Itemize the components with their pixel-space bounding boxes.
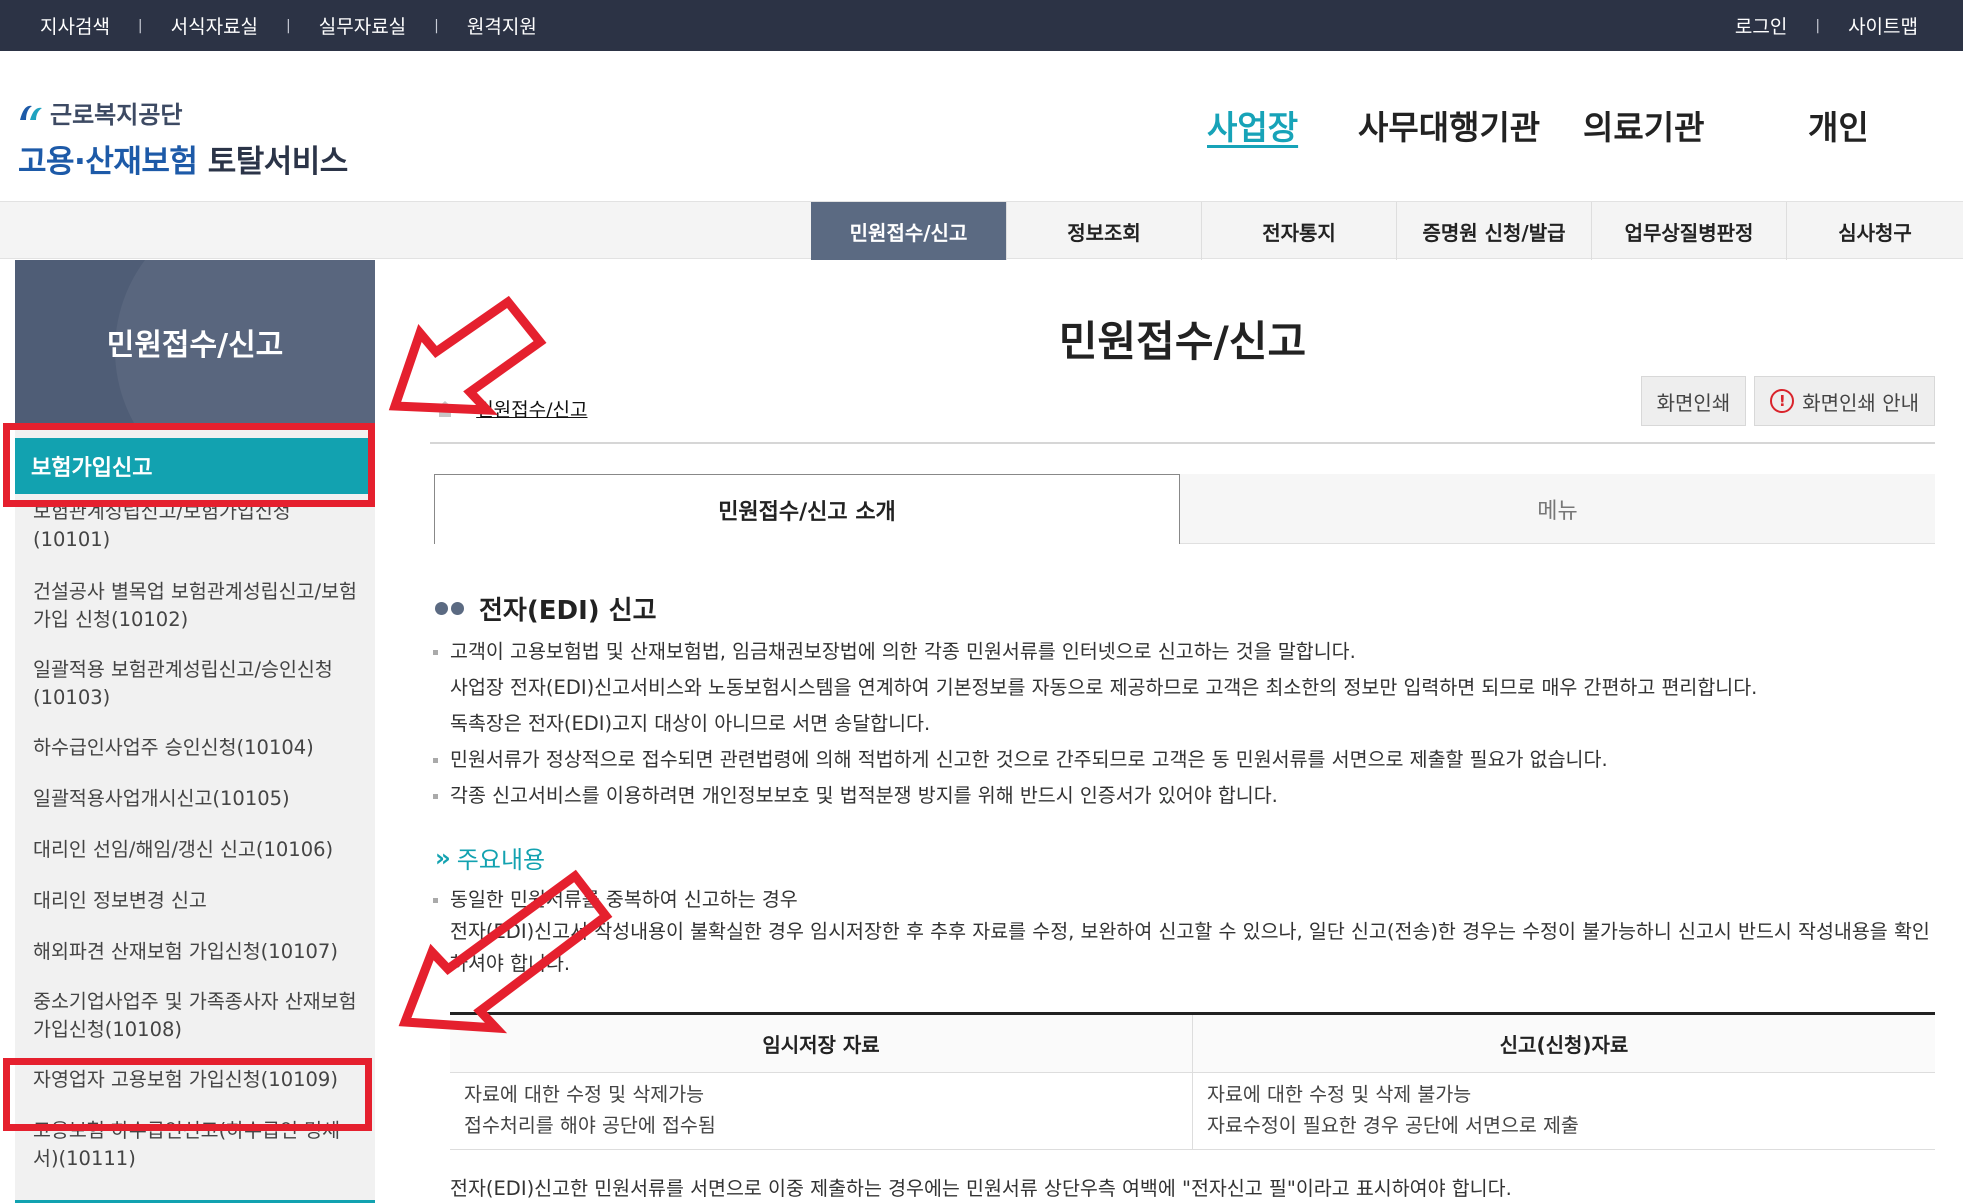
- paragraph: 민원서류가 정상적으로 접수되면 관련법령에 의해 적법하게 신고한 것으로 간…: [430, 742, 1935, 778]
- subnav-tab-e-notice[interactable]: 전자통지: [1201, 202, 1396, 260]
- breadcrumb: › 민원접수/신고: [435, 395, 588, 422]
- site-logo[interactable]: 근로복지공단 고용·산재보험 토탈서비스: [18, 95, 348, 181]
- paragraph: 전자(EDI)신고서 작성내용이 불확실한 경우 임시저장한 후 추후 자료를 …: [450, 920, 1930, 975]
- logo-mark-icon: [20, 105, 42, 120]
- main-nav-individual[interactable]: 개인: [1808, 101, 1869, 149]
- subnav-tab-occupational-disease[interactable]: 업무상질병판정: [1591, 202, 1786, 260]
- logo-service-main: 고용·산재보험: [18, 144, 198, 180]
- link-practice-library[interactable]: 실무자료실: [319, 12, 406, 39]
- link-remote-support[interactable]: 원격지원: [467, 12, 537, 39]
- table-header-report: 신고(신청)자료: [1499, 1033, 1629, 1057]
- print-guide-button[interactable]: ! 화면인쇄 안내: [1754, 376, 1935, 426]
- annotation-box-self-employed: [3, 1058, 372, 1131]
- section-paragraphs: 고객이 고용보험법 및 산재보험법, 임금채권보장법에 의한 각종 민원서류를 …: [430, 634, 1935, 814]
- sidebar-item-10105[interactable]: 일괄적용사업개시신고(10105): [15, 785, 375, 813]
- utility-links-right: 로그인 | 사이트맵: [1735, 0, 1918, 51]
- site-header: 근로복지공단 고용·산재보험 토탈서비스 사업장 사무대행기관 의료기관 개인: [0, 51, 1963, 201]
- logo-service-tail: 토탈서비스: [207, 144, 349, 180]
- table-cell-line: 자료수정이 필요한 경우 공단에 서면으로 제출: [1207, 1114, 1579, 1137]
- separator: |: [286, 17, 291, 34]
- print-button-label: 화면인쇄: [1656, 390, 1731, 415]
- page-title: 민원접수/신고: [1058, 317, 1307, 366]
- print-button[interactable]: 화면인쇄: [1640, 376, 1747, 426]
- bottom-note: 전자(EDI)신고한 민원서류를 서면으로 이중 제출하는 경우에는 민원서류 …: [450, 1177, 1512, 1200]
- paragraph: 독촉장은 전자(EDI)고지 대상이 아니므로 서면 송달합니다.: [450, 712, 931, 735]
- subnav-tab-review-request[interactable]: 심사청구: [1786, 202, 1963, 260]
- subnav-tab-info-inquiry[interactable]: 정보조회: [1006, 202, 1201, 260]
- paragraph: 각종 신고서비스를 이용하려면 개인정보보호 및 법적분쟁 방지를 위해 반드시…: [430, 778, 1935, 814]
- table-cell-line: 접수처리를 해야 공단에 접수됨: [464, 1114, 716, 1137]
- sidebar-title: 민원접수/신고: [15, 260, 375, 424]
- table-row: 자료에 대한 수정 및 삭제가능 접수처리를 해야 공단에 접수됨 자료에 대한…: [450, 1073, 1935, 1150]
- subsection-title: 주요내용: [456, 846, 546, 874]
- double-chevron-icon: ››: [435, 843, 451, 872]
- paragraph: 동일한 민원서류를 중복하여 신고하는 경우: [430, 884, 1935, 916]
- table-header-row: 임시저장 자료 신고(신청)자료: [450, 1015, 1935, 1073]
- paragraph: 사업장 전자(EDI)신고서비스와 노동보험시스템을 연계하여 기본정보를 자동…: [450, 676, 1758, 699]
- main-nav-workplace[interactable]: 사업장: [1207, 101, 1298, 149]
- sidebar-title-text: 민원접수/신고: [106, 328, 284, 363]
- sidebar-item-10102[interactable]: 건설공사 별목업 보험관계성립신고/보험가입 신청(10102): [15, 578, 375, 634]
- link-sitemap[interactable]: 사이트맵: [1848, 12, 1918, 39]
- sidebar-item-10104[interactable]: 하수급인사업주 승인신청(10104): [15, 734, 375, 762]
- sidebar-item-10103[interactable]: 일괄적용 보험관계성립신고/승인신청(10103): [15, 656, 375, 712]
- sidebar-item-10108[interactable]: 중소기업사업주 및 가족종사자 산재보험가입신청(10108): [15, 988, 375, 1044]
- title-divider: [430, 442, 1935, 444]
- top-utility-bar: 지사검색 | 서식자료실 | 실무자료실 | 원격지원 로그인 | 사이트맵: [0, 0, 1963, 51]
- logo-org: 근로복지공단: [18, 95, 348, 130]
- subnav-tab-certificate[interactable]: 증명원 신청/발급: [1396, 202, 1591, 260]
- section-dots-icon: [435, 602, 467, 615]
- paragraph: 고객이 고용보험법 및 산재보험법, 임금채권보장법에 의한 각종 민원서류를 …: [430, 634, 1935, 670]
- home-icon[interactable]: [435, 400, 455, 418]
- logo-service: 고용·산재보험 토탈서비스: [18, 136, 348, 181]
- table-cell-temp: 자료에 대한 수정 및 삭제가능 접수처리를 해야 공단에 접수됨: [450, 1073, 1193, 1149]
- utility-links-left: 지사검색 | 서식자료실 | 실무자료실 | 원격지원: [40, 0, 537, 51]
- breadcrumb-current[interactable]: 민원접수/신고: [476, 395, 587, 422]
- print-guide-button-label: 화면인쇄 안내: [1802, 390, 1919, 415]
- sidebar-item-10107[interactable]: 해외파견 산재보험 가입신청(10107): [15, 938, 375, 966]
- breadcrumb-chevron-icon: ›: [463, 398, 471, 419]
- separator: |: [1815, 17, 1821, 34]
- sidebar-item-10106[interactable]: 대리인 선임/해임/갱신 신고(10106): [15, 836, 375, 864]
- tab-menu[interactable]: 메뉴: [1180, 474, 1935, 544]
- subnav-tab-civil-complaint[interactable]: 민원접수/신고: [811, 202, 1006, 260]
- logo-org-name: 근로복지공단: [50, 101, 183, 129]
- alert-icon: !: [1770, 389, 1795, 413]
- print-buttons: 화면인쇄 ! 화면인쇄 안내: [1633, 376, 1935, 426]
- table-cell-line: 자료에 대한 수정 및 삭제 불가능: [1207, 1083, 1472, 1106]
- section-heading: 전자(EDI) 신고: [435, 590, 657, 627]
- table-header-temp: 임시저장 자료: [450, 1015, 1193, 1072]
- subsection-heading: ›› 주요내용: [435, 840, 545, 875]
- link-login[interactable]: 로그인: [1735, 12, 1787, 39]
- subsection-paragraphs: 동일한 민원서류를 중복하여 신고하는 경우 전자(EDI)신고서 작성내용이 …: [430, 884, 1935, 980]
- table-cell-report: 자료에 대한 수정 및 삭제 불가능 자료수정이 필요한 경우 공단에 서면으로…: [1193, 1073, 1935, 1149]
- tab-introduction[interactable]: 민원접수/신고 소개: [434, 474, 1180, 544]
- separator: |: [434, 17, 439, 34]
- sub-navigation: 민원접수/신고 정보조회 전자통지 증명원 신청/발급 업무상질병판정 심사청구: [0, 201, 1963, 260]
- link-branch-search[interactable]: 지사검색: [40, 12, 110, 39]
- table-cell-line: 자료에 대한 수정 및 삭제가능: [464, 1083, 705, 1106]
- separator: |: [137, 17, 143, 34]
- comparison-table: 임시저장 자료 신고(신청)자료 자료에 대한 수정 및 삭제가능 접수처리를 …: [450, 1012, 1935, 1150]
- sidebar-item-agent-info-change[interactable]: 대리인 정보변경 신고: [15, 887, 375, 915]
- main-nav-agency[interactable]: 사무대행기관: [1358, 101, 1540, 149]
- content-tabs: 민원접수/신고 소개 메뉴: [434, 474, 1935, 544]
- section-title: 전자(EDI) 신고: [479, 596, 657, 626]
- annotation-box-insurance-registration: [3, 423, 375, 507]
- link-form-library[interactable]: 서식자료실: [171, 12, 258, 39]
- main-nav-medical[interactable]: 의료기관: [1583, 101, 1704, 149]
